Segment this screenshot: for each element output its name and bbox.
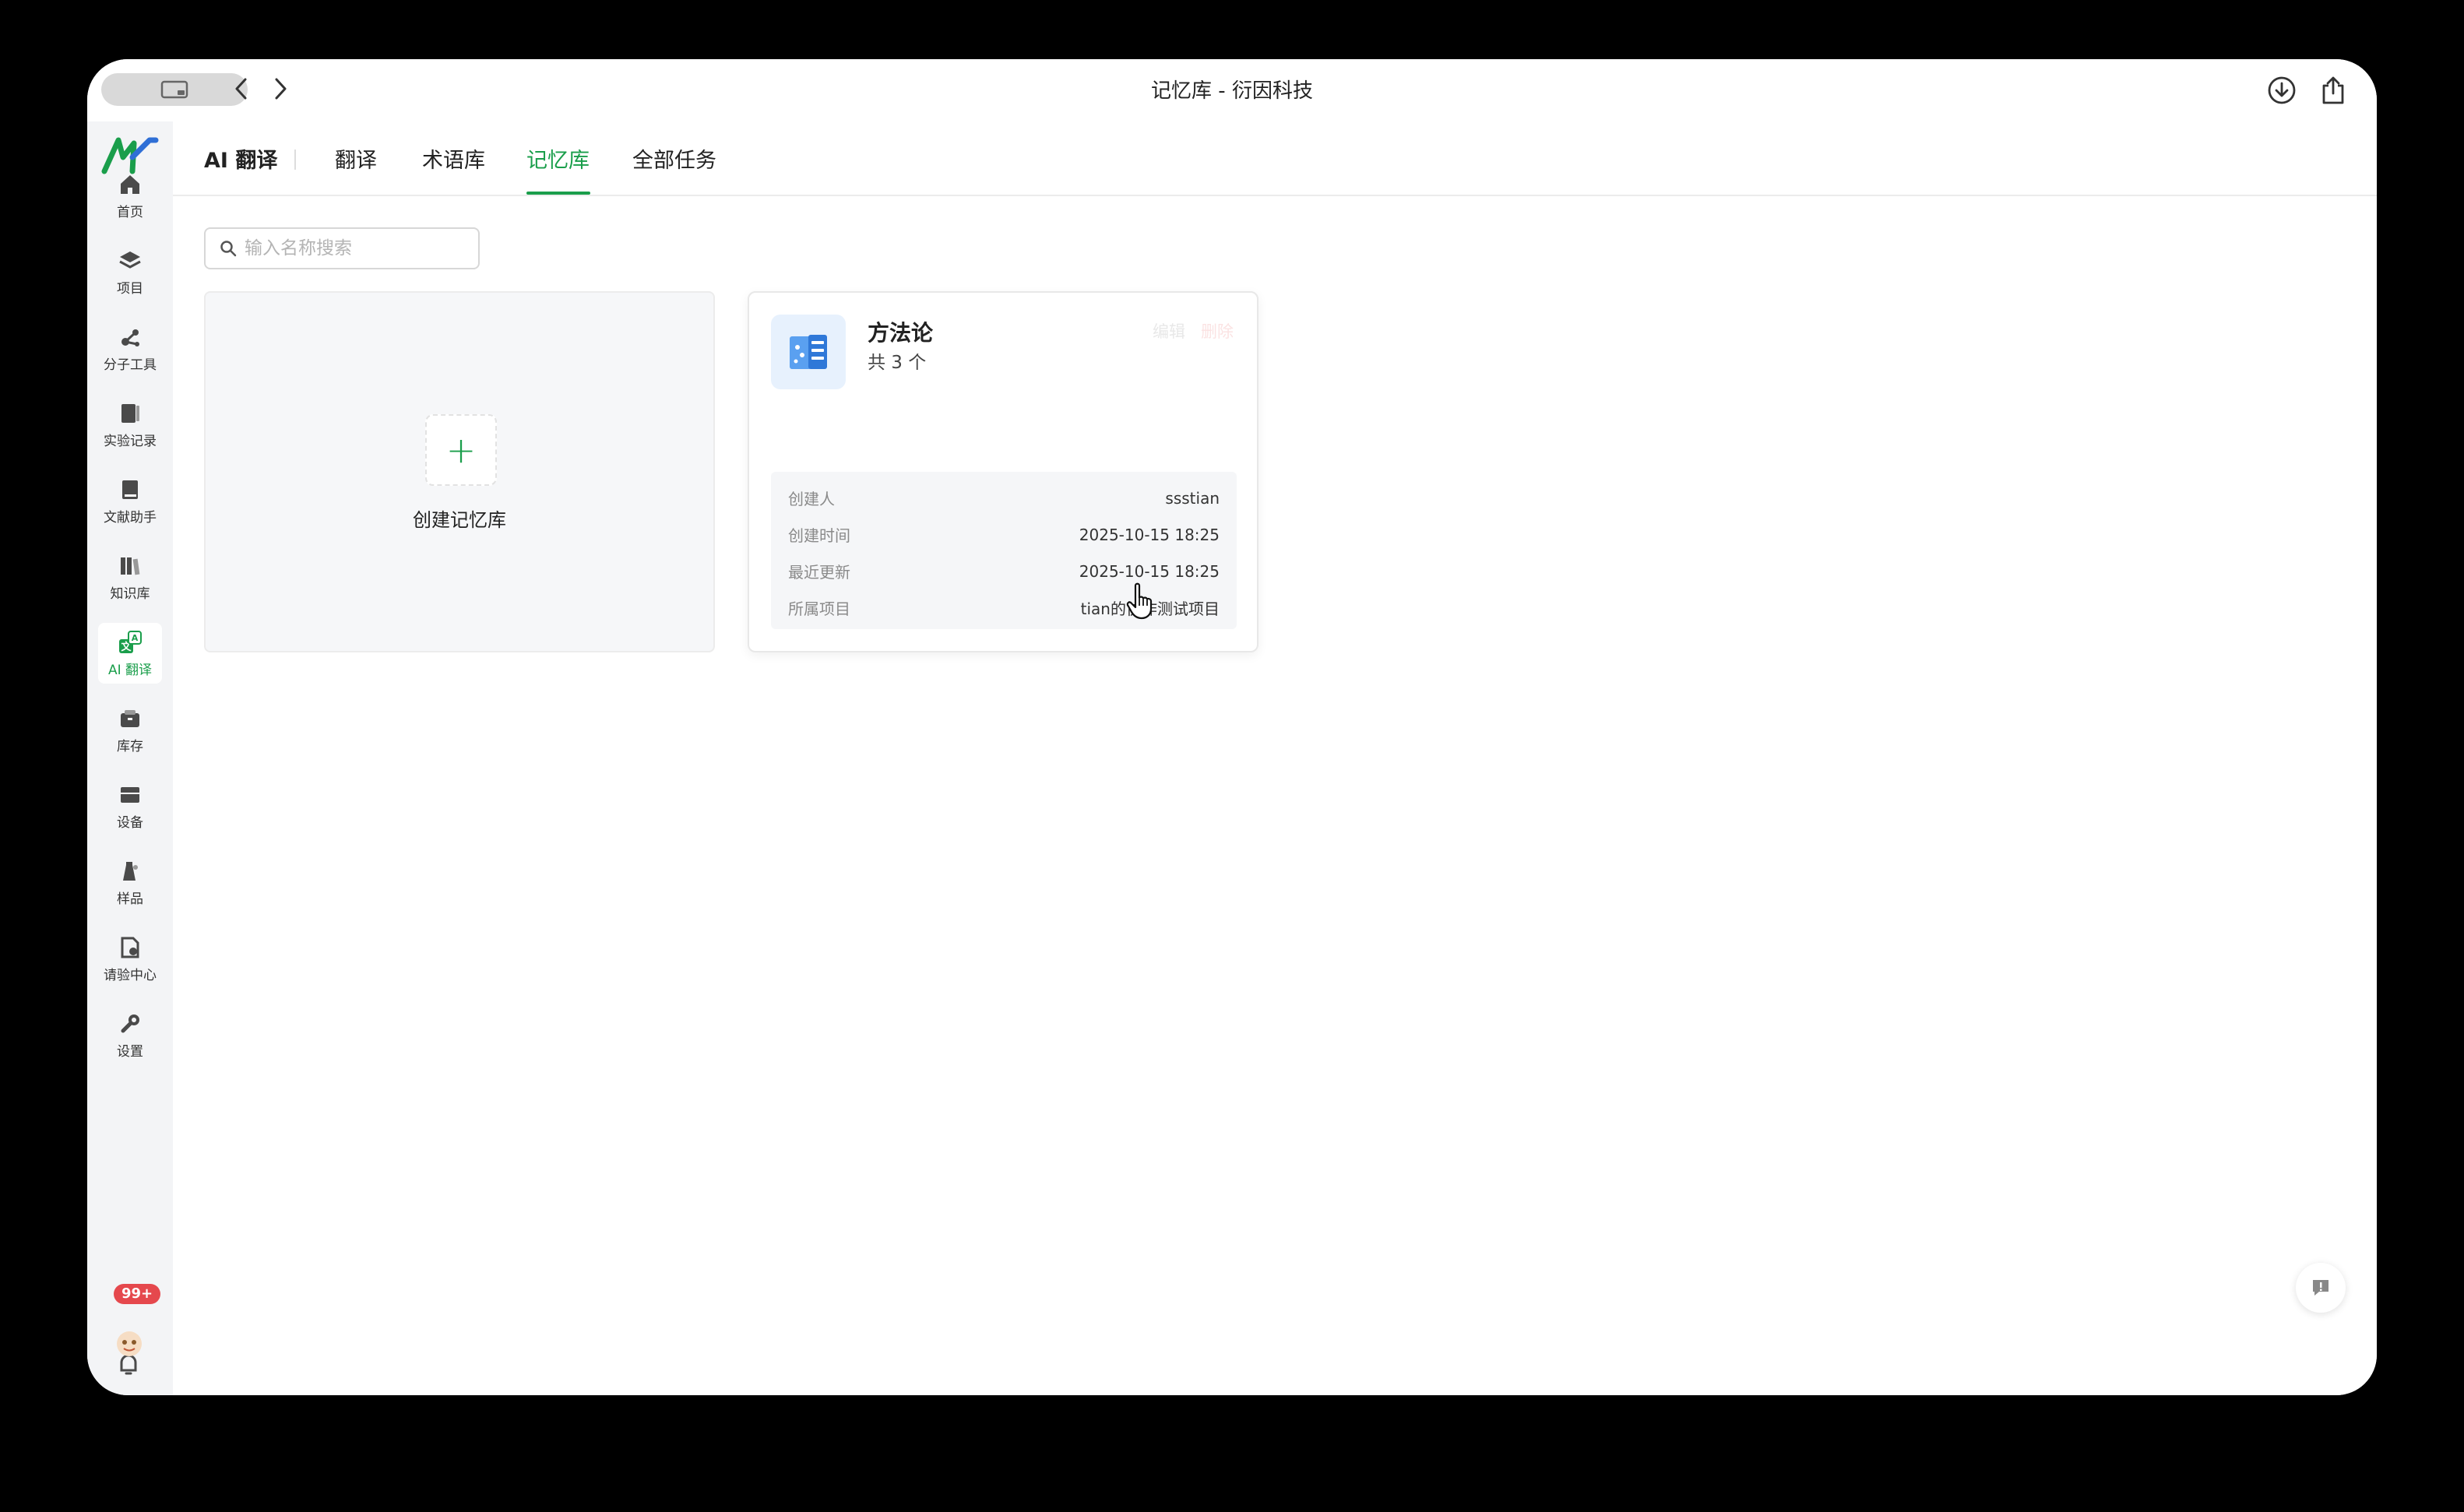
rail-item-ai-translate[interactable]: 文A AI 翻译: [98, 623, 162, 684]
rail-item-samples[interactable]: 样品: [98, 852, 162, 912]
tab-all-tasks[interactable]: 全部任务: [632, 143, 716, 174]
rail-item-inventory[interactable]: 库存: [98, 699, 162, 760]
molecule-icon: [121, 329, 139, 346]
download-button[interactable]: [2265, 73, 2299, 107]
inspection-icon: [121, 937, 139, 958]
meta-row-creator: 创建人 ssstian: [788, 480, 1220, 516]
database-icon: [771, 315, 846, 389]
rail-item-settings[interactable]: 设置: [98, 1004, 162, 1065]
rail-item-label: 设置: [117, 1043, 143, 1060]
create-memory-card[interactable]: + 创建记忆库: [204, 291, 715, 652]
rail-item-label: 分子工具: [104, 357, 157, 373]
meta-key: 最近更新: [788, 563, 850, 582]
section-title: AI 翻译: [204, 149, 278, 173]
rail-item-label: 设备: [117, 814, 143, 831]
search-box[interactable]: [204, 227, 480, 269]
rail-item-label: AI 翻译: [107, 662, 153, 678]
notebook-icon: [121, 403, 139, 423]
layers-icon: [119, 251, 141, 269]
hand-cursor-icon: [1126, 582, 1153, 620]
rail-item-projects[interactable]: 项目: [98, 241, 162, 302]
plus-icon: +: [425, 414, 497, 486]
share-button[interactable]: [2316, 73, 2350, 107]
rail-item-literature-assistant[interactable]: 文献助手: [98, 470, 162, 531]
tab-glossary[interactable]: 术语库: [422, 143, 485, 174]
meta-row-created-at: 创建时间 2025-10-15 18:25: [788, 516, 1220, 553]
notification-badge: 99+: [114, 1284, 161, 1304]
rail-item-label: 文献助手: [104, 509, 157, 526]
meta-key: 所属项目: [788, 600, 850, 618]
meta-value: 2025-10-15 18:25: [1079, 561, 1220, 581]
meta-value: 2025-10-15 18:25: [1079, 525, 1220, 544]
rail-item-devices[interactable]: 设备: [98, 775, 162, 836]
rail-item-label: 项目: [117, 280, 143, 297]
memory-card-count: 共 3 个: [868, 353, 927, 373]
main-content: AI 翻译 翻译 术语库 记忆库 全部任务 + 创建记忆库: [173, 121, 2377, 1395]
feedback-icon: [2313, 1280, 2328, 1296]
rail-item-inspection-center[interactable]: 请验中心: [98, 928, 162, 989]
tab-memory[interactable]: 记忆库: [526, 143, 590, 174]
meta-key: 创建人: [788, 490, 835, 508]
rail-item-label: 请验中心: [104, 967, 157, 983]
active-tab-indicator: [526, 192, 590, 195]
delete-button[interactable]: 删除: [1201, 319, 1234, 343]
create-memory-label: 创建记忆库: [413, 509, 506, 531]
memory-card[interactable]: 方法论 共 3 个 编辑 删除 创建人 ssstian 创建时间 2025-10…: [748, 291, 1258, 652]
rail-item-molecule-tools[interactable]: 分子工具: [98, 318, 162, 378]
download-icon: [2268, 76, 2296, 104]
device-icon: [121, 786, 139, 803]
settings-icon: [121, 1014, 139, 1032]
memory-card-meta: 创建人 ssstian 创建时间 2025-10-15 18:25 最近更新 2…: [771, 472, 1237, 629]
edit-button[interactable]: 编辑: [1153, 319, 1185, 343]
rail-item-label: 样品: [117, 891, 143, 907]
rail-item-label: 实验记录: [104, 433, 157, 449]
book-icon: [122, 480, 138, 499]
title-bar: 记忆库 - 衍因科技: [87, 59, 2377, 121]
window-title: 记忆库 - 衍因科技: [1151, 79, 1313, 103]
meta-value: ssstian: [1165, 488, 1220, 508]
meta-key: 创建时间: [788, 526, 850, 545]
rail-item-label: 库存: [117, 738, 143, 754]
search-icon: [220, 241, 237, 257]
rail-item-knowledge-base[interactable]: 知识库: [98, 547, 162, 607]
rail-item-experiment-records[interactable]: 实验记录: [98, 394, 162, 455]
tab-bar: AI 翻译 翻译 术语库 记忆库 全部任务: [173, 121, 2377, 196]
rail-item-label: 首页: [117, 204, 143, 220]
card-actions: 编辑 删除: [1153, 319, 1234, 343]
tab-translate[interactable]: 翻译: [335, 143, 377, 174]
feedback-button[interactable]: [2296, 1263, 2346, 1313]
sample-icon: [123, 861, 138, 881]
memory-card-title: 方法论: [868, 320, 934, 346]
app-window: 记忆库 - 衍因科技 首页 项目 分子工具 实验记录 文献助手 知识库 文 A …: [87, 59, 2377, 1395]
home-icon: [121, 174, 139, 194]
share-icon: [2322, 76, 2344, 104]
left-nav-rail: 首页 项目 分子工具 实验记录 文献助手 知识库 文A AI 翻译 库存 设备 …: [87, 121, 173, 1395]
rail-item-label: 知识库: [110, 585, 150, 602]
search-input[interactable]: [245, 238, 463, 258]
svg-text:A: A: [132, 633, 139, 643]
library-icon: [121, 557, 140, 575]
user-avatar[interactable]: [115, 1330, 143, 1358]
translate-icon: 文A: [119, 630, 142, 653]
tab-divider: [294, 149, 296, 170]
inventory-icon: [121, 709, 139, 727]
rail-item-home[interactable]: 首页: [98, 165, 162, 226]
